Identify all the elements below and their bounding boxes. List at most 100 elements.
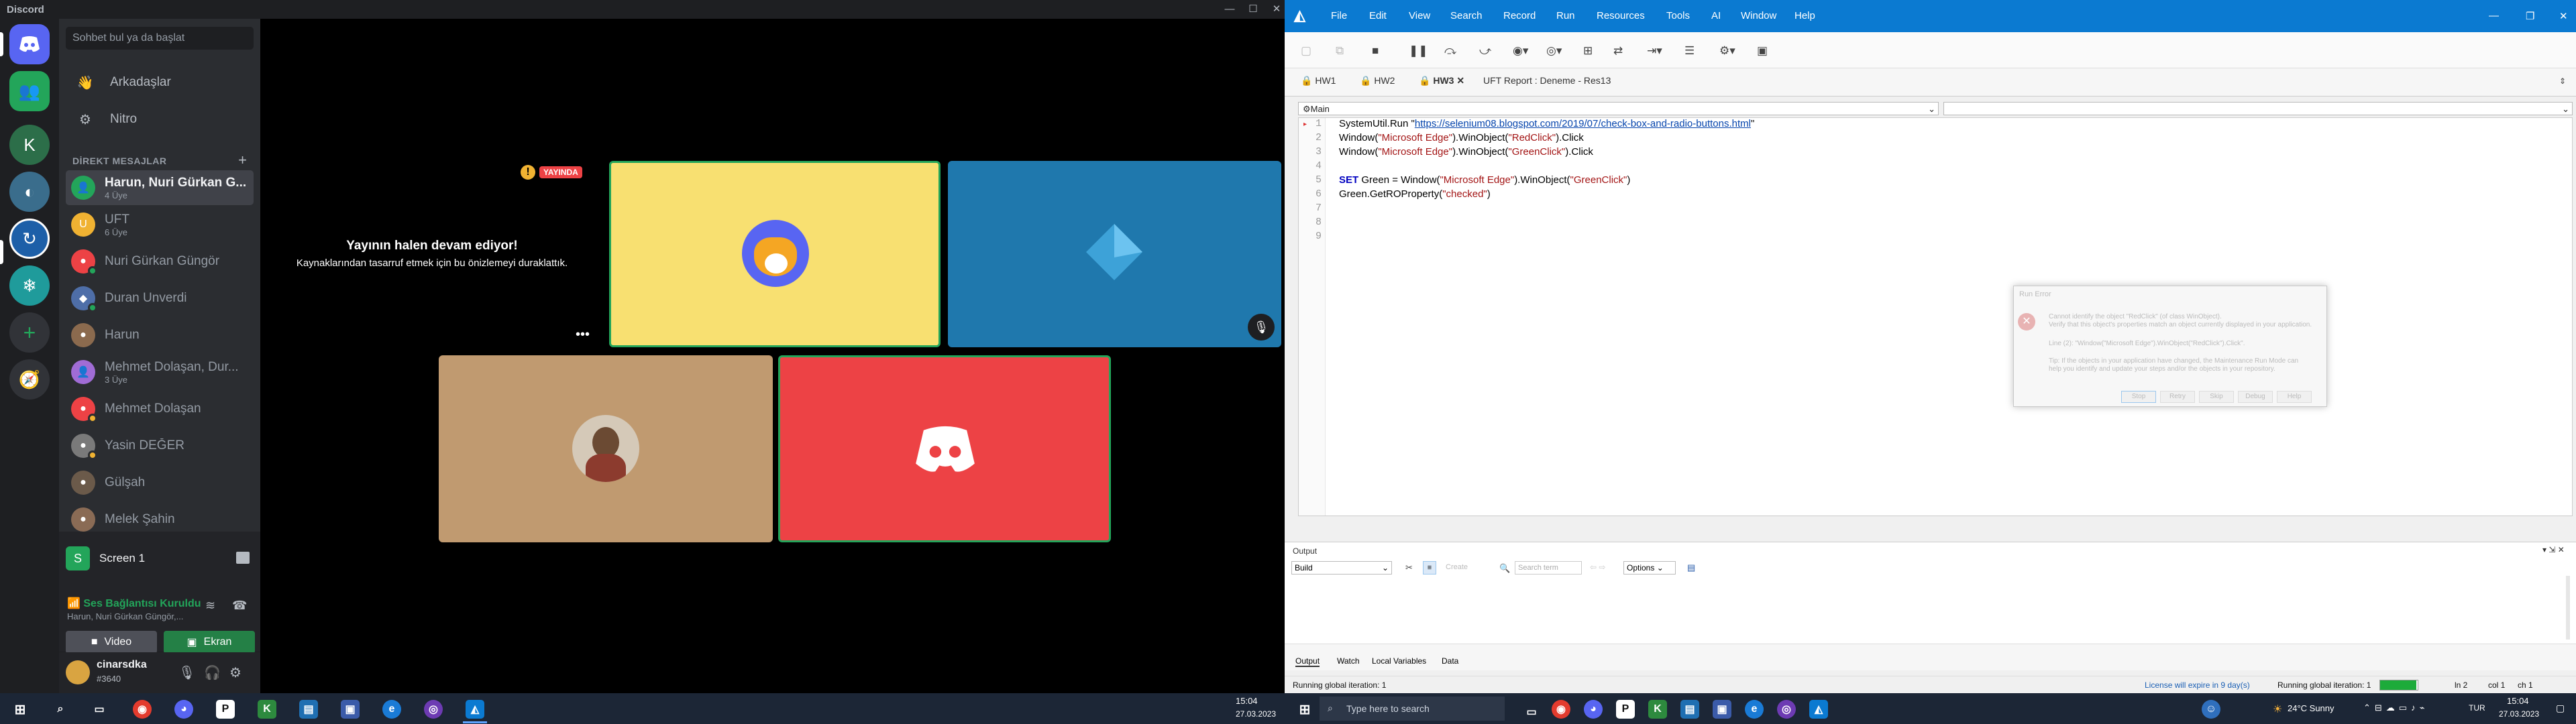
app-purple-icon[interactable]: ◎ (1777, 700, 1796, 719)
app-p-icon[interactable]: P (216, 700, 235, 719)
search-prev-next-icon[interactable]: ⇦ ⇨ (1590, 562, 1605, 572)
discord-taskbar-icon[interactable]: ◕ (1584, 700, 1603, 719)
add-server-icon[interactable]: + (9, 312, 50, 353)
uft-taskbar-icon[interactable]: ◭ (466, 700, 484, 719)
retry-button[interactable]: Retry (2160, 391, 2195, 403)
friends-icon[interactable]: 👥 (9, 71, 50, 111)
app-purple-icon[interactable]: ◎ (424, 700, 443, 719)
object-spy-icon[interactable]: ◎▾ (1546, 44, 1562, 58)
settings-gear-icon[interactable]: ⚙▾ (1719, 44, 1735, 58)
tab-hw2[interactable]: 🔒 HW2 (1360, 75, 1395, 86)
minimize-button[interactable]: — (2489, 10, 2499, 21)
headphones-icon[interactable]: 🎧 (204, 664, 221, 681)
save-icon[interactable]: ▤ (1687, 562, 1695, 573)
menu-file[interactable]: File (1331, 10, 1347, 21)
output-scrollbar[interactable] (2566, 576, 2570, 640)
edge-icon[interactable]: e (382, 700, 401, 719)
dm-item[interactable]: ● Yasin DEĞER (66, 428, 254, 463)
more-options-icon[interactable]: ••• (576, 327, 590, 343)
task-view-icon[interactable]: ▭ (1522, 703, 1541, 721)
close-preview-icon[interactable] (236, 552, 250, 564)
menu-ai[interactable]: AI (1711, 10, 1721, 21)
tab-local-variables[interactable]: Local Variables (1372, 656, 1426, 666)
discord-home-icon[interactable] (9, 24, 50, 64)
participant-tile[interactable]: 🎙 (948, 161, 1281, 347)
settings-gear-icon[interactable]: ⚙ (229, 664, 241, 681)
uft-taskbar-icon[interactable]: ◭ (1809, 700, 1828, 719)
dm-item[interactable]: ● Gülşah (66, 465, 254, 500)
menu-run[interactable]: Run (1556, 10, 1575, 21)
method-combo[interactable]: ⌄ (1943, 102, 2573, 115)
dm-item[interactable]: ◆ Duran Unverdi (66, 281, 254, 316)
tab-hw1[interactable]: 🔒 HW1 (1301, 75, 1336, 86)
debug-button[interactable]: Debug (2238, 391, 2273, 403)
layout-icon[interactable]: ▣ (1757, 44, 1768, 58)
app-blue-icon[interactable]: ▤ (299, 700, 318, 719)
tab-uft-report[interactable]: UFT Report : Deneme - Res13 (1483, 75, 1611, 86)
new-icon[interactable]: ▢ (1301, 44, 1311, 58)
list-icon[interactable]: ☰ (1684, 44, 1695, 58)
dm-item[interactable]: U UFT 6 Üye (66, 207, 254, 242)
menu-help[interactable]: Help (1794, 10, 1815, 21)
participant-tile[interactable] (778, 355, 1111, 542)
new-dm-plus-icon[interactable]: + (238, 152, 247, 169)
participant-tile[interactable] (439, 355, 773, 542)
start-button-icon[interactable]: ⊞ (11, 700, 30, 719)
server-icon-image[interactable]: ◐ (9, 172, 50, 212)
taskbar-search-input[interactable]: ⌕ Type here to search (1320, 697, 1505, 721)
explore-icon[interactable]: 🧭 (9, 359, 50, 400)
menu-search[interactable]: Search (1450, 10, 1483, 21)
search-input[interactable]: Sohbet bul ya da başlat (66, 27, 254, 50)
app-p-icon[interactable]: P (1616, 700, 1635, 719)
stream-paused-tile[interactable]: ! YAYINDA Yayının halen devam ediyor! Ka… (268, 161, 596, 350)
object-combo[interactable]: ⚙Main ⌄ (1298, 102, 1939, 115)
create-button[interactable]: Create (1446, 563, 1468, 571)
disconnect-icon[interactable]: ☎ (232, 599, 247, 613)
app-monitor-icon[interactable]: ▣ (341, 700, 360, 719)
start-button-icon[interactable]: ⊞ (1295, 700, 1314, 719)
noise-icon[interactable]: ≋ (205, 599, 215, 613)
search-icon[interactable]: ⌕ (51, 700, 70, 719)
edge-icon[interactable]: e (1745, 700, 1764, 719)
wrap-icon[interactable]: ≡ (1423, 561, 1436, 575)
tab-output[interactable]: Output (1295, 656, 1320, 667)
tab-overflow-icon[interactable]: ⇕ (2559, 76, 2566, 86)
skip-button[interactable]: Skip (2199, 391, 2234, 403)
app-blue-icon[interactable]: ▤ (1680, 700, 1699, 719)
output-search-input[interactable]: Search term (1515, 561, 1582, 575)
menu-resources[interactable]: Resources (1597, 10, 1645, 21)
menu-view[interactable]: View (1409, 10, 1430, 21)
server-icon-snow[interactable]: ❄ (9, 265, 50, 306)
notifications-icon[interactable]: ▢ (2556, 703, 2565, 714)
pause-icon[interactable]: ❚❚ (1409, 44, 1428, 58)
nav-friends[interactable]: 👋 Arkadaşlar (66, 66, 254, 99)
chat-icon[interactable]: ☺ (2202, 700, 2220, 719)
server-icon-refresh[interactable]: ↻ (9, 219, 50, 259)
tab-hw3[interactable]: 🔒 HW3 ✕ (1419, 75, 1464, 86)
dm-item[interactable]: ● Nuri Gürkan Güngör (66, 244, 254, 279)
user-avatar[interactable] (66, 660, 90, 684)
pane-controls-icon[interactable]: ▾ ⇲ ✕ (2542, 545, 2565, 554)
menu-edit[interactable]: Edit (1369, 10, 1387, 21)
tab-watch[interactable]: Watch (1337, 656, 1360, 666)
microphone-icon[interactable]: 🎙 (178, 664, 195, 681)
close-button[interactable]: ✕ (2559, 10, 2568, 22)
app-k-icon[interactable]: K (258, 700, 276, 719)
dm-item[interactable]: 👤 Harun, Nuri Gürkan G... 4 Üye (66, 170, 254, 205)
record-settings-icon[interactable]: ◉▾ (1513, 44, 1528, 58)
weather-text[interactable]: 24°C Sunny (2288, 703, 2334, 713)
chrome-icon[interactable]: ◉ (133, 700, 152, 719)
run-options-icon[interactable]: ⇥▾ (1647, 44, 1662, 58)
license-notice[interactable]: License will expire in 9 day(s) (2145, 680, 2250, 690)
restore-button[interactable]: ❐ (2526, 10, 2534, 22)
menu-window[interactable]: Window (1741, 10, 1776, 21)
discord-taskbar-icon[interactable]: ◕ (174, 700, 193, 719)
step-out-icon[interactable]: ⤻ (1479, 44, 1491, 58)
help-button[interactable]: Help (2277, 391, 2312, 403)
clear-icon[interactable]: ✂ (1405, 562, 1413, 573)
menu-tools[interactable]: Tools (1666, 10, 1690, 21)
tab-data[interactable]: Data (1442, 656, 1458, 666)
step-over-icon[interactable]: ⤼ (1444, 44, 1456, 58)
app-monitor-icon[interactable]: ▣ (1713, 700, 1731, 719)
menu-record[interactable]: Record (1503, 10, 1536, 21)
